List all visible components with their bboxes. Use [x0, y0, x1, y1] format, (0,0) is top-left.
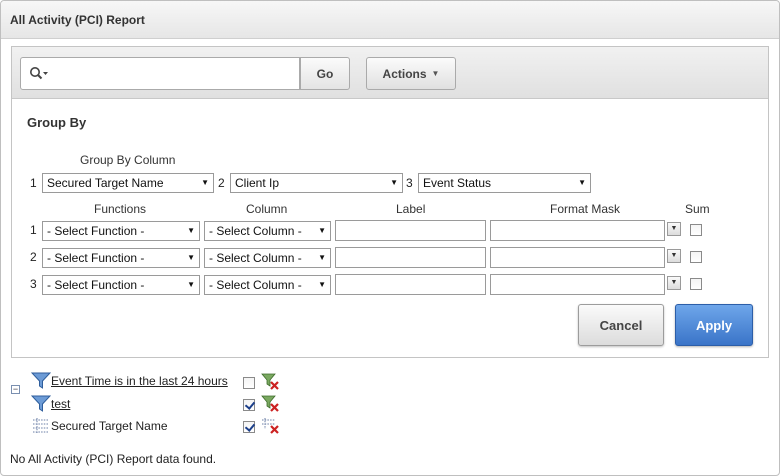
group-by-num-3: 3: [406, 176, 413, 190]
interactive-report: Go Actions ▼ Group By Group By Column 1 …: [11, 46, 769, 358]
cancel-button[interactable]: Cancel: [578, 304, 664, 346]
chevron-down-icon: ▼: [390, 178, 398, 187]
filter-2-enable-checkbox[interactable]: [243, 399, 255, 411]
sum-3-checkbox[interactable]: [690, 278, 702, 290]
functions-header: Functions: [94, 202, 147, 216]
group-by-heading: Group By: [27, 115, 87, 130]
chevron-down-icon: ▼: [187, 226, 195, 235]
actions-menu-button[interactable]: Actions ▼: [366, 57, 456, 90]
format-mask-3-input[interactable]: [490, 274, 665, 295]
function-row-num: 3: [30, 277, 37, 291]
format-mask-1-input[interactable]: [490, 220, 665, 241]
column-header: Column: [246, 202, 288, 216]
report-toolbar: Go Actions ▼: [12, 47, 768, 99]
sum-header: Sum: [685, 202, 710, 216]
filter-icon: [30, 371, 52, 391]
search-input[interactable]: [55, 62, 293, 86]
format-mask-header: Format Mask: [550, 202, 621, 216]
column-3-select[interactable]: - Select Column - ▼: [204, 275, 331, 295]
report-settings: − Event Time is in the last 24 hours tes…: [1, 367, 780, 437]
sum-1-checkbox[interactable]: [690, 224, 702, 236]
group-by-column-3-select[interactable]: Event Status ▼: [418, 173, 591, 193]
search-icon[interactable]: [29, 66, 51, 82]
label-header: Label: [396, 202, 426, 216]
chevron-down-icon: ▼: [318, 280, 326, 289]
label-3-input[interactable]: [335, 274, 486, 295]
function-row-num: 1: [30, 223, 37, 237]
filter-row: test: [30, 394, 111, 414]
column-2-value: - Select Column -: [209, 251, 302, 265]
column-1-select[interactable]: - Select Column - ▼: [204, 221, 331, 241]
chevron-down-icon: ▼: [201, 178, 209, 187]
remove-group-by-icon[interactable]: [261, 417, 281, 435]
group-by-column-3-value: Event Status: [423, 176, 492, 190]
sum-2-checkbox[interactable]: [690, 251, 702, 263]
remove-filter-icon[interactable]: [261, 395, 281, 413]
format-mask-3-picker[interactable]: ▼: [667, 276, 681, 290]
column-1-value: - Select Column -: [209, 224, 302, 238]
label-2-input[interactable]: [335, 247, 486, 268]
chevron-down-icon: ▼: [431, 69, 440, 78]
filter-1-enable-checkbox[interactable]: [243, 377, 255, 389]
function-2-value: - Select Function -: [47, 251, 145, 265]
group-by-column-2-select[interactable]: Client Ip ▼: [230, 173, 403, 193]
column-3-value: - Select Column -: [209, 278, 302, 292]
filter-icon: [30, 394, 52, 414]
actions-label: Actions: [382, 66, 427, 81]
group-by-num-1: 1: [30, 176, 37, 190]
remove-filter-icon[interactable]: [261, 373, 281, 391]
collapse-icon[interactable]: −: [11, 385, 20, 394]
chevron-down-icon: ▼: [578, 178, 586, 187]
format-mask-2-input[interactable]: [490, 247, 665, 268]
group-by-column-2-value: Client Ip: [235, 176, 280, 190]
label-1-input[interactable]: [335, 220, 486, 241]
group-by-num-2: 2: [218, 176, 225, 190]
search-box[interactable]: [20, 57, 300, 90]
region-title: All Activity (PCI) Report: [10, 13, 145, 27]
chevron-down-icon: ▼: [187, 280, 195, 289]
chevron-down-icon: ▼: [318, 226, 326, 235]
function-row-num: 2: [30, 250, 37, 264]
apply-button[interactable]: Apply: [675, 304, 753, 346]
group-by-column-1-select[interactable]: Secured Target Name ▼: [42, 173, 214, 193]
function-3-select[interactable]: - Select Function - ▼: [42, 275, 200, 295]
column-2-select[interactable]: - Select Column - ▼: [204, 248, 331, 268]
group-by-column-1-value: Secured Target Name: [47, 176, 164, 190]
chevron-down-icon: ▼: [318, 253, 326, 262]
group-by-enable-checkbox[interactable]: [243, 421, 255, 433]
format-mask-2-picker[interactable]: ▼: [667, 249, 681, 263]
function-3-value: - Select Function -: [47, 278, 145, 292]
filter-link[interactable]: Event Time is in the last 24 hours: [51, 374, 228, 388]
function-2-select[interactable]: - Select Function - ▼: [42, 248, 200, 268]
go-button[interactable]: Go: [300, 57, 350, 90]
filter-link[interactable]: test: [51, 397, 70, 411]
group-by-icon: [31, 416, 51, 436]
report-region: All Activity (PCI) Report Go Actions ▼ G: [0, 0, 780, 476]
chevron-down-icon: ▼: [187, 253, 195, 262]
group-by-setting-row: Secured Target Name: [31, 416, 231, 436]
function-1-value: - Select Function -: [47, 224, 145, 238]
group-by-setting-text[interactable]: Secured Target Name: [51, 419, 168, 433]
region-header: All Activity (PCI) Report: [1, 1, 779, 39]
format-mask-1-picker[interactable]: ▼: [667, 222, 681, 236]
group-by-column-header: Group By Column: [80, 153, 176, 167]
no-data-message: No All Activity (PCI) Report data found.: [10, 452, 217, 466]
function-1-select[interactable]: - Select Function - ▼: [42, 221, 200, 241]
